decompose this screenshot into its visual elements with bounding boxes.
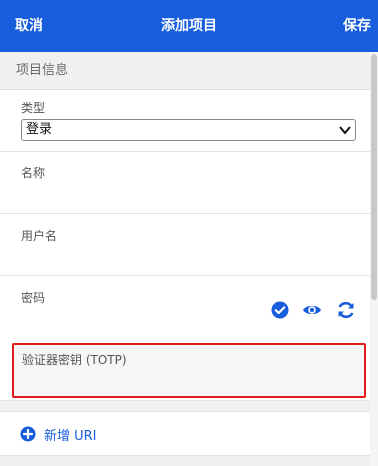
check-circle-icon[interactable]	[270, 300, 290, 320]
totp-field[interactable]: 验证器密钥 (TOTP)	[12, 343, 366, 398]
type-select[interactable]: 登录	[21, 119, 356, 141]
save-button[interactable]: 保存	[343, 0, 371, 52]
bottom-divider	[0, 456, 370, 466]
type-select-value: 登录	[26, 122, 53, 137]
eye-icon[interactable]	[302, 300, 322, 320]
name-label: 名称	[21, 166, 46, 180]
username-label: 用户名	[21, 229, 58, 243]
totp-label: 验证器密钥 (TOTP)	[22, 353, 127, 367]
chevron-down-icon	[339, 126, 351, 135]
type-label: 类型	[21, 101, 46, 115]
add-uri-button[interactable]: 新增 URI	[0, 412, 370, 456]
name-field[interactable]: 名称	[0, 152, 370, 214]
scrollbar-thumb[interactable]	[371, 54, 377, 300]
section-header-item-info: 项目信息	[0, 52, 370, 90]
totp-input[interactable]	[22, 369, 352, 391]
plus-circle-icon	[20, 426, 36, 442]
refresh-icon[interactable]	[336, 300, 356, 320]
password-field[interactable]: 密码	[0, 276, 370, 342]
password-label: 密码	[21, 291, 46, 305]
page-title: 添加项目	[161, 18, 217, 34]
header-bar: 取消 添加项目 保存	[0, 0, 378, 52]
add-uri-label: 新增 URI	[44, 429, 97, 444]
section-divider	[0, 400, 370, 412]
type-field: 类型 登录	[0, 90, 370, 152]
username-field[interactable]: 用户名	[0, 214, 370, 276]
